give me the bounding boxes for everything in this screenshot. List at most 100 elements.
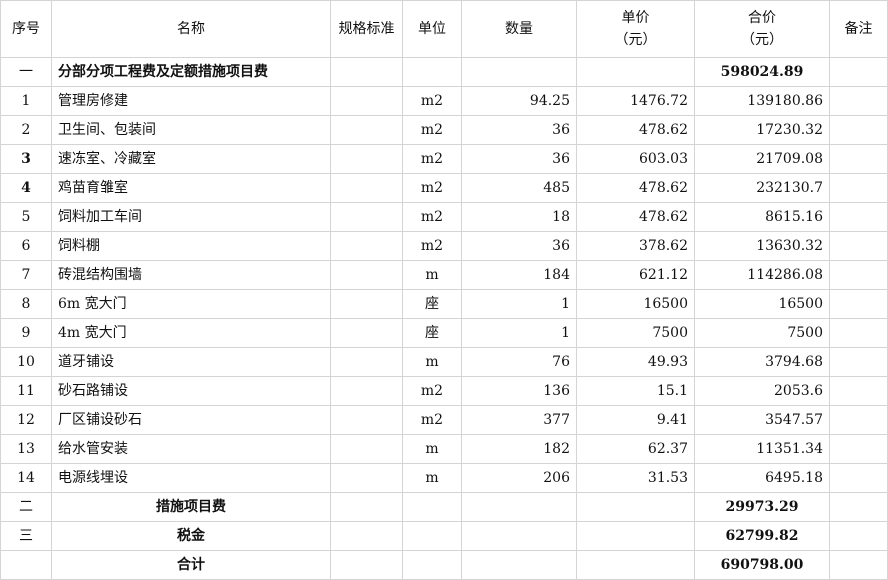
row-price: 7500 <box>576 318 695 348</box>
row-name: 给水管安装 <box>51 434 331 464</box>
table-row: 6 饲料棚 m2 36 378.62 13630.32 <box>0 231 888 261</box>
row-name: 饲料加工车间 <box>51 202 331 232</box>
row-qty: 136 <box>461 376 577 406</box>
row-unit: m2 <box>402 405 462 435</box>
row-qty: 36 <box>461 144 577 174</box>
row-price: 478.62 <box>576 173 695 203</box>
row-note <box>829 289 888 319</box>
row-total: 11351.34 <box>694 434 830 464</box>
row-spec <box>330 202 403 232</box>
row-spec <box>330 463 403 493</box>
row-spec <box>330 434 403 464</box>
row-total: 6495.18 <box>694 463 830 493</box>
row-unit: m2 <box>402 173 462 203</box>
header-total-label: 合价 <box>748 10 776 26</box>
section-seq: 二 <box>0 492 52 522</box>
section-row-3: 三税金 62799.82 <box>0 521 888 551</box>
table-row: 10 道牙铺设 m 76 49.93 3794.68 <box>0 347 888 377</box>
row-unit: m2 <box>402 144 462 174</box>
section-name: 税金 <box>51 521 331 551</box>
row-note <box>829 86 888 116</box>
header-seq: 序号 <box>0 0 52 58</box>
row-spec <box>330 115 403 145</box>
row-name: 厂区铺设砂石 <box>51 405 331 435</box>
grand-total-row: 合计 690798.00 <box>0 550 888 580</box>
row-price: 16500 <box>576 289 695 319</box>
row-seq: 3 <box>0 144 52 174</box>
row-note <box>829 144 888 174</box>
table-row: 13 给水管安装 m 182 62.37 11351.34 <box>0 434 888 464</box>
header-spec: 规格标准 <box>330 0 403 58</box>
row-name: 电源线埋设 <box>51 463 331 493</box>
row-price: 478.62 <box>576 202 695 232</box>
table-row: 9 4m 宽大门座 1 7500 7500 <box>0 318 888 348</box>
cost-table: 序号 名称 规格标准 单位 数量 单价 （元） 合价 （元） 备注 一 分部分项… <box>0 0 888 580</box>
row-unit: m <box>402 434 462 464</box>
row-spec <box>330 405 403 435</box>
row-note <box>829 231 888 261</box>
row-name: 4m 宽大门 <box>51 318 331 348</box>
row-seq: 1 <box>0 86 52 116</box>
row-total: 13630.32 <box>694 231 830 261</box>
row-spec <box>330 260 403 290</box>
header-total: 合价 （元） <box>694 0 830 58</box>
row-note <box>829 376 888 406</box>
row-note <box>829 434 888 464</box>
header-qty: 数量 <box>461 0 577 58</box>
row-seq: 10 <box>0 347 52 377</box>
row-unit: m <box>402 260 462 290</box>
row-price: 478.62 <box>576 115 695 145</box>
row-qty: 18 <box>461 202 577 232</box>
row-qty: 1 <box>461 318 577 348</box>
row-spec <box>330 289 403 319</box>
row-qty: 76 <box>461 347 577 377</box>
row-price: 31.53 <box>576 463 695 493</box>
section-seq: 一 <box>0 57 52 87</box>
row-total: 114286.08 <box>694 260 830 290</box>
row-spec <box>330 173 403 203</box>
header-total-unit: （元） <box>741 32 783 48</box>
section-total: 62799.82 <box>694 521 830 551</box>
table-row: 3 速冻室、冷藏室 m2 36 603.03 21709.08 <box>0 144 888 174</box>
row-qty: 182 <box>461 434 577 464</box>
row-price: 15.1 <box>576 376 695 406</box>
table-row: 12 厂区铺设砂石 m2 377 9.41 3547.57 <box>0 405 888 435</box>
header-price: 单价 （元） <box>576 0 695 58</box>
table-row: 14 电源线埋设 m 206 31.53 6495.18 <box>0 463 888 493</box>
section-row-1: 一 分部分项工程费及定额措施项目费 598024.89 <box>0 57 888 87</box>
row-name: 管理房修建 <box>51 86 331 116</box>
header-row: 序号 名称 规格标准 单位 数量 单价 （元） 合价 （元） 备注 <box>0 0 888 58</box>
row-seq: 2 <box>0 115 52 145</box>
row-name: 砂石路铺设 <box>51 376 331 406</box>
row-name: 鸡苗育雏室 <box>51 173 331 203</box>
row-spec <box>330 318 403 348</box>
table-row: 8 6m 宽大门座 1 16500 16500 <box>0 289 888 319</box>
header-price-label: 单价 <box>621 10 650 26</box>
row-note <box>829 463 888 493</box>
row-qty: 36 <box>461 115 577 145</box>
row-total: 21709.08 <box>694 144 830 174</box>
row-seq: 4 <box>0 173 52 203</box>
row-price: 1476.72 <box>576 86 695 116</box>
row-unit: m <box>402 347 462 377</box>
row-unit: 座 <box>402 289 462 319</box>
row-name: 速冻室、冷藏室 <box>51 144 331 174</box>
row-price: 49.93 <box>576 347 695 377</box>
table-row: 7 砖混结构围墙 m 184 621.12 114286.08 <box>0 260 888 290</box>
grand-total-label: 合计 <box>51 550 331 580</box>
section-name: 措施项目费 <box>51 492 331 522</box>
row-unit: m2 <box>402 115 462 145</box>
row-total: 139180.86 <box>694 86 830 116</box>
row-name: 6m 宽大门 <box>51 289 331 319</box>
row-qty: 94.25 <box>461 86 577 116</box>
row-unit: m2 <box>402 376 462 406</box>
row-price: 378.62 <box>576 231 695 261</box>
row-total: 8615.16 <box>694 202 830 232</box>
section-row-2: 二措施项目费 29973.29 <box>0 492 888 522</box>
section-name: 分部分项工程费及定额措施项目费 <box>51 57 331 87</box>
row-note <box>829 260 888 290</box>
row-name: 道牙铺设 <box>51 347 331 377</box>
row-spec <box>330 231 403 261</box>
row-total: 7500 <box>694 318 830 348</box>
table-row: 2 卫生间、包装间 m2 36 478.62 17230.32 <box>0 115 888 145</box>
